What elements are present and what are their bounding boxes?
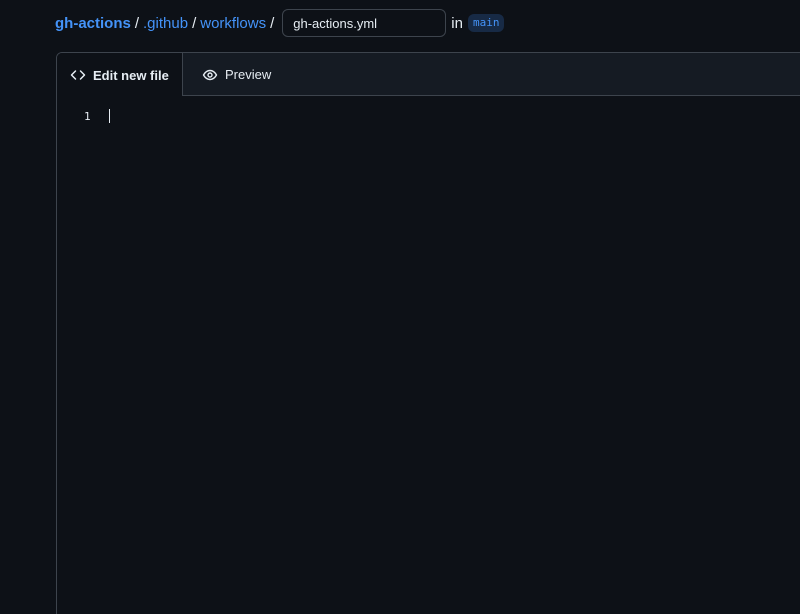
breadcrumb-repo-link[interactable]: gh-actions [55, 15, 131, 32]
file-editor: Edit new file Preview 1 [56, 52, 800, 614]
breadcrumb-separator: / [270, 14, 275, 32]
breadcrumb-separator: / [192, 14, 197, 32]
line-number: 1 [84, 110, 91, 123]
branch-badge: main [467, 14, 505, 32]
tab-edit-new-file-label: Edit new file [93, 67, 169, 83]
code-icon [70, 67, 86, 83]
branch-in-label: in [451, 14, 463, 32]
tab-edit-new-file[interactable]: Edit new file [57, 53, 183, 97]
text-cursor [109, 109, 110, 123]
breadcrumb-separator: / [134, 14, 140, 32]
tab-preview[interactable]: Preview [202, 53, 271, 96]
tab-preview-label: Preview [225, 67, 272, 82]
breadcrumb: gh-actions / .github / workflows / in ma… [55, 9, 505, 37]
filename-input[interactable] [282, 9, 447, 37]
code-editor-area[interactable]: 1 [57, 96, 800, 614]
editor-tab-bar: Edit new file Preview [57, 53, 800, 97]
github-new-file-page: gh-actions / .github / workflows / in ma… [0, 0, 800, 614]
breadcrumb-workflows-folder-link[interactable]: workflows [200, 15, 266, 32]
breadcrumb-github-folder-link[interactable]: .github [143, 15, 188, 32]
eye-icon [202, 67, 218, 83]
